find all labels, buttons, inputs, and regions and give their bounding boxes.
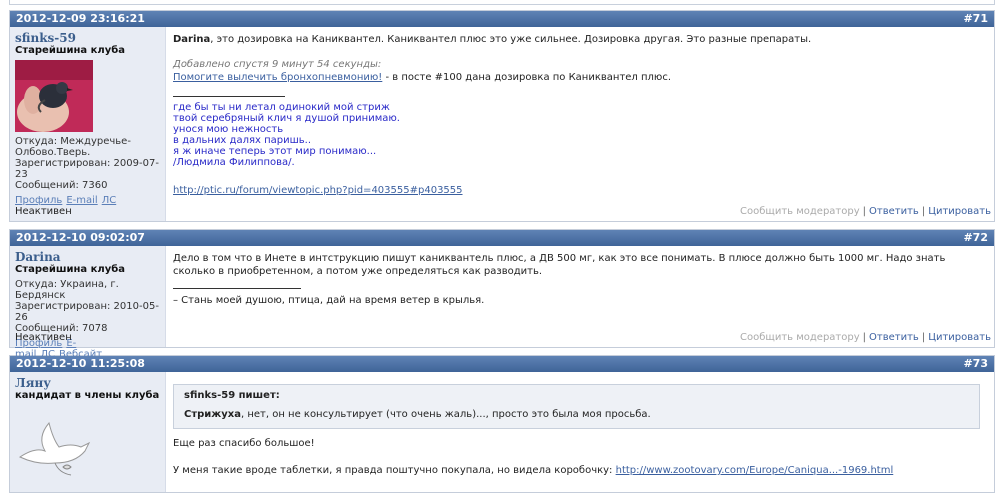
signature-divider [173, 288, 301, 289]
author-name[interactable]: Darina [15, 250, 160, 264]
quote-button[interactable]: Цитировать [928, 332, 991, 343]
signature-text: – Стань моей душою, птица, дай на время … [173, 295, 485, 306]
post-actions: Сообщить модератору | Ответить | Цитировать [740, 206, 991, 217]
reply-button[interactable]: Ответить [869, 332, 919, 343]
website-link[interactable]: Вебсайт [59, 349, 102, 360]
poem-line: твой серебряный клич я душой принимаю. [173, 113, 400, 124]
product-link[interactable]: http://www.zootovary.com/Europe/Caniqua.… [616, 465, 894, 476]
poem-line: унося мою нежность [173, 124, 284, 135]
post-date: 2012-12-09 23:16:21 [16, 12, 145, 25]
poem-line: где бы ты ни летал одинокий мой стриж [173, 102, 390, 113]
report-button[interactable]: Сообщить модератору [740, 332, 860, 343]
online-status: Неактивен [15, 332, 72, 343]
author-panel: Darina Старейшина клуба Откуда: Украина,… [10, 246, 166, 360]
mention-name: Darina [173, 34, 211, 45]
post-number[interactable]: #72 [963, 230, 988, 246]
topic-link[interactable]: Помогите вылечить бронхопневмонию! [173, 72, 382, 83]
author-panel: Ляну кандидат в члены клуба [10, 372, 166, 492]
poem-line: в дальних далях паришь.. [173, 135, 311, 146]
post-text-after-link: - в посте #100 дана дозировка по Каниква… [382, 72, 672, 83]
profile-link[interactable]: Профиль [15, 195, 62, 206]
author-rank: кандидат в члены клуба [15, 390, 160, 401]
author-location: Откуда: Междуречье-Олбово.Тверь. [15, 136, 131, 158]
post-number[interactable]: #73 [963, 356, 988, 372]
pm-link[interactable]: ЛС [102, 195, 117, 206]
bird-in-hand-icon [15, 60, 93, 132]
author-location: Откуда: Украина, г. Бердянск [15, 279, 119, 301]
post-text: , это дозировка на Каниквантел. Каникван… [210, 34, 812, 45]
online-status: Неактивен [15, 206, 72, 217]
post: 2012-12-10 09:02:07 #72 Darina Старейшин… [9, 229, 995, 360]
post-text: Еще раз спасибо большое! [173, 438, 315, 449]
post-content: Darina, это дозировка на Каниквантел. Ка… [166, 27, 994, 221]
post-header: 2012-12-10 09:02:07 #72 [10, 230, 994, 246]
post-header: 2012-12-09 23:16:21 #71 [10, 11, 994, 27]
edit-note: Добавлено спустя 9 минут 54 секунды: [173, 59, 382, 70]
dove-avatar [15, 417, 160, 480]
report-button[interactable]: Сообщить модератору [740, 206, 860, 217]
author-messages: Сообщений: 7360 [15, 180, 108, 191]
post-content: sfinks-59 пишет: Стрижуха, нет, он не ко… [166, 372, 994, 492]
quote-text: , нет, он не консультирует (что очень жа… [240, 409, 651, 420]
post-text: Дело в том что в Инете в интструкцию пиш… [173, 253, 946, 277]
post-actions: Сообщить модератору | Ответить | Цитировать [740, 332, 991, 343]
author-rank: Старейшина клуба [15, 264, 125, 275]
post-number[interactable]: #71 [963, 11, 988, 27]
author-links: Профиль E-mail ЛС [15, 195, 160, 206]
author-name[interactable]: sfinks-59 [15, 31, 160, 45]
dove-icon [18, 421, 91, 476]
quote-author: sfinks-59 пишет: [184, 390, 280, 401]
quote-button[interactable]: Цитировать [928, 206, 991, 217]
quote-mention: Стрижуха [184, 409, 241, 420]
author-registered: Зарегистрирован: 2010-05-26 [15, 301, 159, 323]
author-registered: Зарегистрирован: 2009-07-23 [15, 158, 159, 180]
email-link[interactable]: E-mail [66, 195, 97, 206]
post: 2012-12-09 23:16:21 #71 sfinks-59 Старей… [9, 10, 995, 222]
pm-link[interactable]: ЛС [40, 349, 55, 360]
signature-divider [173, 96, 285, 97]
post-content: Дело в том что в Инете в интструкцию пиш… [166, 246, 994, 347]
reply-button[interactable]: Ответить [869, 206, 919, 217]
author-name[interactable]: Ляну [15, 376, 160, 390]
avatar [15, 60, 93, 132]
poem-line: /Людмила Филиппова/. [173, 157, 295, 168]
previous-post-edge [9, 0, 995, 5]
signature-link[interactable]: http://ptic.ru/forum/viewtopic.php?pid=4… [173, 185, 463, 196]
poem-line: я ж иначе теперь этот мир понимаю... [173, 146, 377, 157]
signature-poem: где бы ты ни летал одинокий мой стриж тв… [173, 102, 988, 168]
forum-topic: 2012-12-09 23:16:21 #71 sfinks-59 Старей… [9, 0, 995, 493]
quote-block: sfinks-59 пишет: Стрижуха, нет, он не ко… [173, 384, 980, 429]
post-date: 2012-12-10 09:02:07 [16, 231, 145, 244]
author-rank: Старейшина клуба [15, 45, 125, 56]
post-text: У меня такие вроде таблетки, я правда по… [173, 465, 616, 476]
post: 2012-12-10 11:25:08 #73 Ляну кандидат в … [9, 355, 995, 493]
author-panel: sfinks-59 Старейшина клуба Откуда: Между [10, 27, 166, 221]
